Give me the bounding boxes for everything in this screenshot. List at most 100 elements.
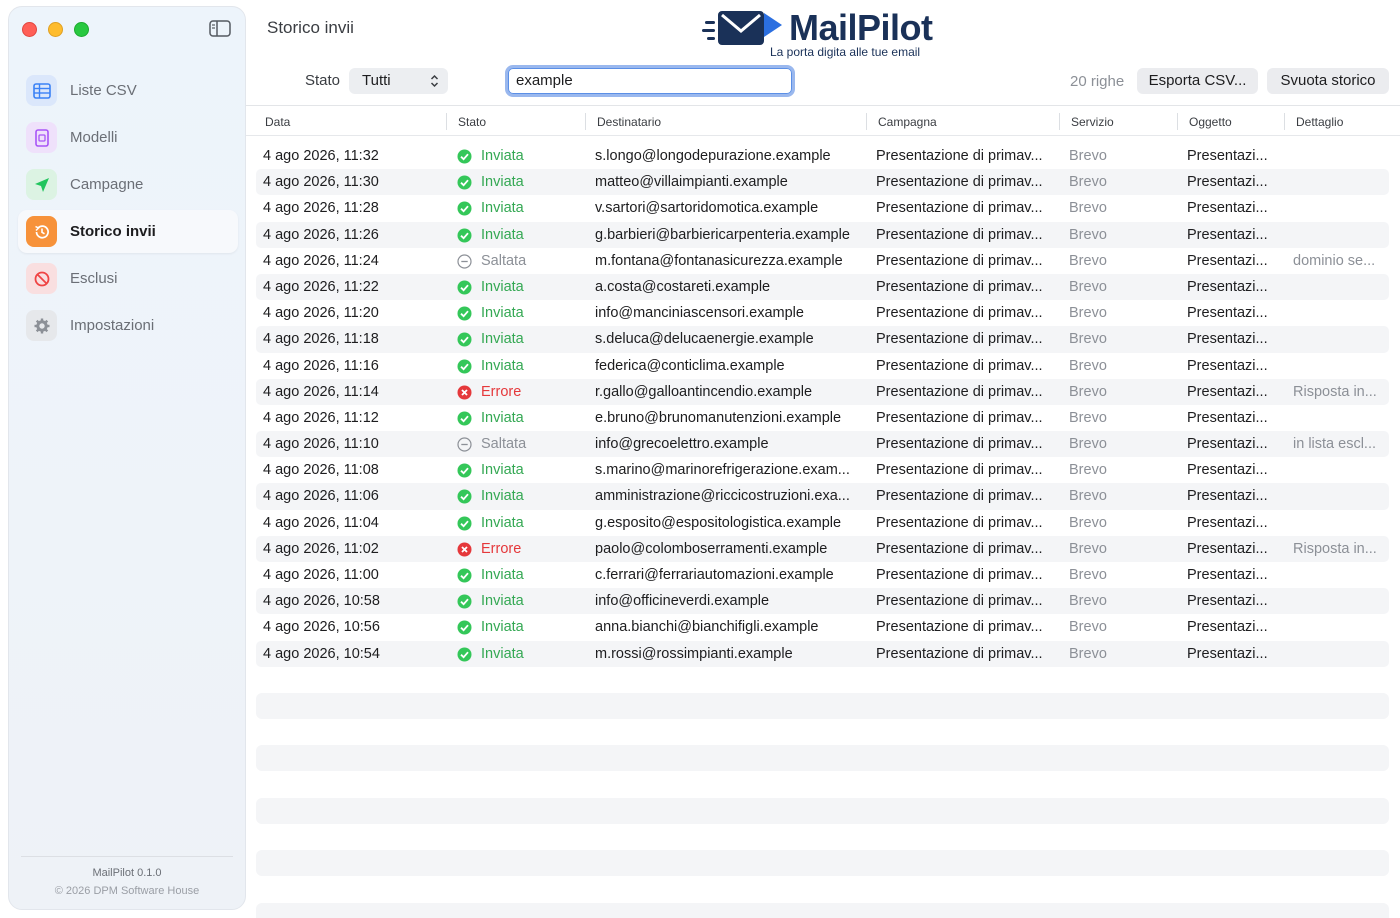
table-row[interactable]: 4 ago 2026, 11:10 Saltata info@grecoelettr… bbox=[256, 431, 1389, 458]
cell-recipient: amministrazione@riccicostruzioni.exa... bbox=[595, 488, 850, 505]
checkmark-circle-icon bbox=[457, 306, 472, 321]
search-input[interactable] bbox=[508, 68, 792, 94]
table-row[interactable]: 4 ago 2026, 11:04 Inviata g.esposito@espos… bbox=[256, 510, 1389, 536]
table-row[interactable]: 4 ago 2026, 11:20 Inviata info@manciniasce… bbox=[256, 300, 1389, 326]
column-header-recipient[interactable]: Destinatario bbox=[597, 115, 661, 129]
checkmark-circle-icon bbox=[457, 411, 472, 426]
table-row[interactable]: 4 ago 2026, 11:24 Saltata m.fontana@fontan… bbox=[256, 248, 1389, 274]
sidebar-item-impostazioni[interactable]: Impostazioni bbox=[18, 304, 238, 347]
sidebar-item-storico-invii[interactable]: Storico invii bbox=[18, 210, 238, 253]
cell-detail: dominio se... bbox=[1293, 252, 1376, 269]
column-header-subject[interactable]: Oggetto bbox=[1189, 115, 1232, 129]
table-row[interactable]: 4 ago 2026, 11:16 Inviata federica@conticl… bbox=[256, 353, 1389, 379]
cell-status: Inviata bbox=[457, 619, 587, 635]
x-circle-icon bbox=[457, 385, 472, 400]
sidebar-item-label: Campagne bbox=[70, 176, 144, 193]
sidebar-item-campagne[interactable]: Campagne bbox=[18, 163, 238, 206]
cell-subject: Presentazi... bbox=[1187, 357, 1268, 374]
cell-detail: Risposta in... bbox=[1293, 383, 1377, 400]
sidebar-item-liste-csv[interactable]: Liste CSV bbox=[18, 69, 238, 112]
minimize-window-button[interactable] bbox=[48, 22, 63, 37]
cell-subject: Presentazi... bbox=[1187, 409, 1268, 426]
close-window-button[interactable] bbox=[22, 22, 37, 37]
cell-recipient: m.rossi@rossimpianti.example bbox=[595, 645, 793, 662]
table-row[interactable]: 4 ago 2026, 10:58 Inviata info@officinever… bbox=[256, 588, 1389, 615]
clear-history-button[interactable]: Svuota storico bbox=[1267, 68, 1389, 94]
cell-subject: Presentazi... bbox=[1187, 331, 1268, 348]
table-row[interactable]: 4 ago 2026, 11:32 Inviata s.longo@longodep… bbox=[256, 143, 1389, 169]
cell-status: Inviata bbox=[457, 174, 587, 190]
status-text: Inviata bbox=[481, 593, 524, 610]
cell-date: 4 ago 2026, 10:56 bbox=[263, 619, 380, 636]
cell-campaign: Presentazione di primav... bbox=[876, 148, 1043, 164]
checkmark-circle-icon bbox=[457, 359, 472, 374]
sidebar-item-label: Storico invii bbox=[70, 223, 156, 240]
cell-subject: Presentazi... bbox=[1187, 514, 1268, 531]
cell-recipient: s.longo@longodepurazione.example bbox=[595, 148, 831, 164]
column-header-detail[interactable]: Dettaglio bbox=[1296, 115, 1343, 129]
table-row[interactable]: 4 ago 2026, 11:22 Inviata a.costa@costaret… bbox=[256, 273, 1389, 301]
cell-recipient: g.barbieri@barbiericarpenteria.example bbox=[595, 226, 850, 243]
cell-campaign: Presentazione di primav... bbox=[876, 174, 1043, 191]
cell-date: 4 ago 2026, 11:04 bbox=[263, 514, 379, 531]
sidebar-toggle-icon[interactable] bbox=[209, 20, 231, 37]
table-row[interactable]: 4 ago 2026, 11:12 Inviata e.bruno@brunoman… bbox=[256, 405, 1389, 431]
cell-service: Brevo bbox=[1069, 436, 1107, 453]
column-separator bbox=[1177, 113, 1178, 130]
cell-date: 4 ago 2026, 11:14 bbox=[263, 383, 379, 400]
cell-subject: Presentazi... bbox=[1187, 593, 1268, 610]
paper-plane-icon bbox=[26, 169, 57, 200]
table-row[interactable]: 4 ago 2026, 11:26 Inviata g.barbieri@barbi… bbox=[256, 221, 1389, 248]
status-filter-select[interactable]: Tutti bbox=[349, 68, 448, 94]
cell-date: 4 ago 2026, 11:00 bbox=[263, 567, 379, 583]
table-row[interactable]: 4 ago 2026, 11:06 Inviata amministrazione@… bbox=[256, 483, 1389, 510]
cell-status: Inviata bbox=[457, 331, 587, 347]
column-header-campaign[interactable]: Campagna bbox=[878, 115, 937, 129]
brand-name-part1: Mail bbox=[789, 7, 858, 48]
cell-subject: Presentazi... bbox=[1187, 200, 1268, 217]
status-text: Inviata bbox=[481, 357, 524, 374]
status-text: Inviata bbox=[481, 514, 524, 531]
empty-row bbox=[256, 903, 1389, 918]
cell-campaign: Presentazione di primav... bbox=[876, 305, 1043, 322]
cell-service: Brevo bbox=[1069, 383, 1107, 400]
table-row[interactable]: 4 ago 2026, 11:00 Inviata c.ferrari@ferrar… bbox=[256, 562, 1389, 588]
table-row[interactable]: 4 ago 2026, 11:18 Inviata s.deluca@delucae… bbox=[256, 326, 1389, 353]
cell-service: Brevo bbox=[1069, 278, 1107, 295]
cell-campaign: Presentazione di primav... bbox=[876, 409, 1043, 426]
status-text: Inviata bbox=[481, 174, 524, 191]
cell-date: 4 ago 2026, 10:58 bbox=[263, 593, 380, 610]
table-row[interactable]: 4 ago 2026, 11:30 Inviata matteo@villaimpi… bbox=[256, 169, 1389, 196]
empty-row bbox=[256, 693, 1389, 719]
brand-name-part2: Pilot bbox=[857, 7, 933, 48]
sidebar-item-modelli[interactable]: Modelli bbox=[18, 116, 238, 159]
sidebar-item-esclusi[interactable]: Esclusi bbox=[18, 257, 238, 300]
export-csv-button[interactable]: Esporta CSV... bbox=[1137, 68, 1258, 94]
table-header: Data Stato Destinatario Campagna Servizi… bbox=[246, 107, 1400, 136]
column-header-date[interactable]: Data bbox=[265, 115, 290, 129]
cell-recipient: r.gallo@galloantincendio.example bbox=[595, 383, 813, 400]
cell-recipient: e.bruno@brunomanutenzioni.example bbox=[595, 409, 842, 426]
cell-campaign: Presentazione di primav... bbox=[876, 252, 1043, 269]
table-row[interactable]: 4 ago 2026, 11:14 Errore r.gallo@galloanti… bbox=[256, 378, 1389, 405]
table-row[interactable]: 4 ago 2026, 11:08 Inviata s.marino@marinor… bbox=[256, 457, 1389, 483]
table-row[interactable]: 4 ago 2026, 10:54 Inviata m.rossi@rossimpi… bbox=[256, 640, 1389, 667]
cell-service: Brevo bbox=[1069, 357, 1107, 374]
cell-recipient: anna.bianchi@bianchifigli.example bbox=[595, 619, 819, 636]
column-header-status[interactable]: Stato bbox=[458, 115, 486, 129]
zoom-window-button[interactable] bbox=[74, 22, 89, 37]
checkmark-circle-icon bbox=[457, 149, 472, 164]
cell-campaign: Presentazione di primav... bbox=[876, 200, 1043, 217]
table-row[interactable]: 4 ago 2026, 11:28 Inviata v.sartori@sartor… bbox=[256, 195, 1389, 221]
column-header-service[interactable]: Servizio bbox=[1071, 115, 1114, 129]
cell-service: Brevo bbox=[1069, 305, 1107, 322]
minus-circle-icon bbox=[457, 254, 472, 269]
status-text: Saltata bbox=[481, 252, 527, 269]
checkmark-circle-icon bbox=[457, 594, 472, 609]
cell-recipient: g.esposito@espositologistica.example bbox=[595, 514, 842, 531]
status-text: Inviata bbox=[481, 462, 524, 479]
cell-campaign: Presentazione di primav... bbox=[876, 567, 1043, 583]
cell-service: Brevo bbox=[1069, 619, 1107, 636]
table-row[interactable]: 4 ago 2026, 11:02 Errore paolo@colomboserr… bbox=[256, 535, 1389, 562]
table-row[interactable]: 4 ago 2026, 10:56 Inviata anna.bianchi@bia… bbox=[256, 614, 1389, 640]
